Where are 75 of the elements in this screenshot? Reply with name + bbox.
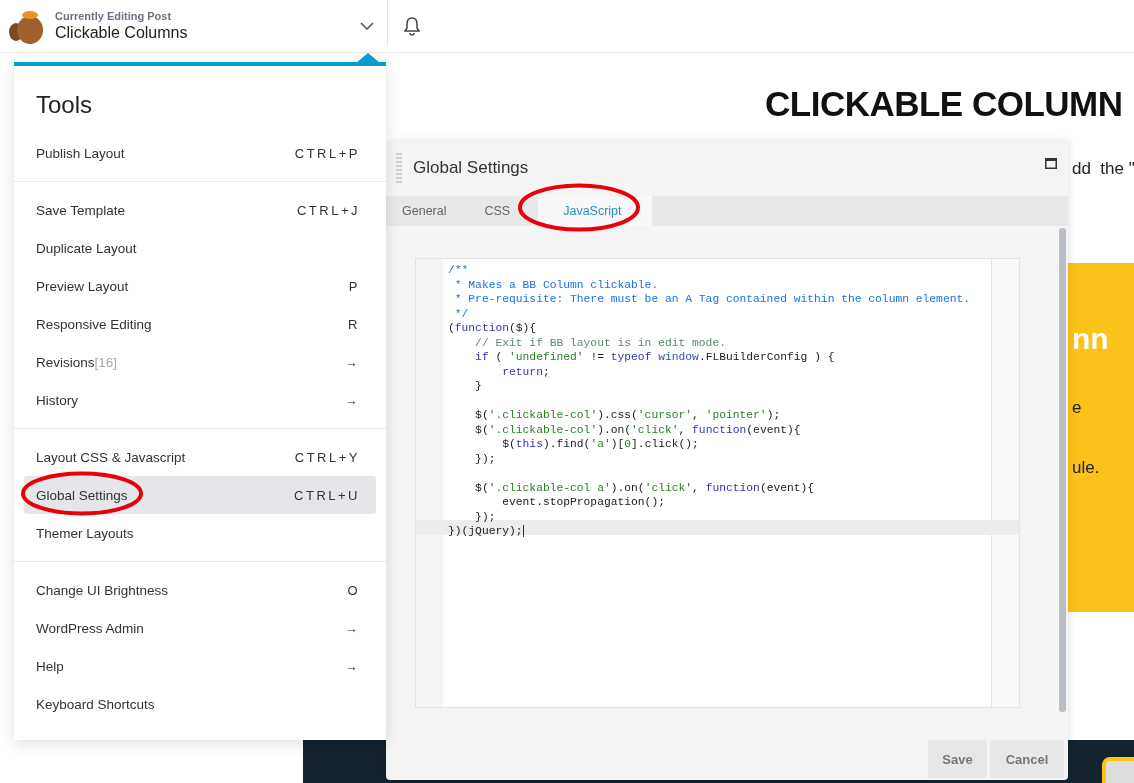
scrollbar[interactable] — [1059, 228, 1066, 712]
code-line: $(this).find('a')[0].click(); — [501, 438, 699, 450]
intro-text: dd the " — [1072, 159, 1134, 179]
menu-item[interactable]: WordPress Admin → — [24, 609, 376, 647]
menu-item-label: Layout CSS & Javascript — [36, 449, 186, 465]
shortcut: CTRL+P — [294, 145, 360, 161]
shortcut: R — [348, 316, 360, 332]
menu-item[interactable]: Themer Layouts — [24, 514, 376, 552]
shortcut: CTRL+Y — [294, 449, 360, 465]
menu-item-label: Themer Layouts — [36, 525, 134, 541]
menu-item[interactable]: Global Settings CTRL+U — [24, 476, 376, 514]
menu-item[interactable]: Duplicate Layout — [24, 229, 376, 267]
menu-item-label: Revisions[16] — [36, 354, 118, 370]
menu-item-label: Publish Layout — [36, 145, 125, 161]
panel-text: ule. — [1072, 458, 1100, 478]
code-line: $('.clickable-col').css('cursor', 'pointer'); — [474, 409, 781, 421]
menu-item-label: Responsive Editing — [36, 316, 152, 332]
chevron-down-icon[interactable] — [360, 22, 374, 30]
menu-item[interactable]: Responsive Editing R — [24, 305, 376, 343]
menu-item-label: Change UI Brightness — [36, 582, 169, 598]
menu-item-label: Global Settings — [36, 487, 128, 503]
code-line: })(jQuery); — [448, 525, 524, 537]
shortcut: P — [348, 278, 360, 294]
maximize-icon[interactable] — [1045, 158, 1057, 169]
code-line: $('.clickable-col a').on('click', function(event){ — [474, 481, 815, 494]
code-line: }); — [474, 452, 496, 465]
tab[interactable]: General — [392, 196, 457, 226]
dialog-title: Global Settings — [413, 158, 530, 178]
tab[interactable]: CSS — [474, 196, 521, 226]
page-heading: CLICKABLE COLUMN — [765, 84, 1123, 124]
shortcut: CTRL+U — [294, 487, 360, 503]
shortcut: → — [344, 392, 360, 408]
menu-item-label: Save Template — [36, 202, 126, 218]
shortcut: O — [347, 582, 360, 598]
menu-item[interactable]: Keyboard Shortcuts — [24, 685, 376, 723]
menu-item-label: WordPress Admin — [36, 620, 144, 636]
code-line: * Makes a BB Column clickable. — [453, 278, 659, 291]
menu-item[interactable]: Layout CSS & Javascript CTRL+Y — [24, 438, 376, 476]
code-line: } — [474, 380, 482, 392]
shortcut: → — [344, 620, 360, 636]
caption: Currently Editing Post — [55, 10, 173, 22]
shortcut: → — [344, 354, 360, 370]
code-line: $('.clickable-col').on('click', function(event){ — [474, 423, 801, 436]
code-line: /** — [448, 264, 469, 276]
menu-title: Tools — [35, 90, 94, 120]
post-title: Clickable Columns — [55, 24, 189, 42]
code-line: event.stopPropagation(); — [501, 496, 665, 508]
menu-item[interactable]: Help → — [24, 647, 376, 685]
code-line: // Exit if BB layout is in edit mode. — [474, 336, 726, 349]
menu-item-label: Keyboard Shortcuts — [36, 696, 155, 712]
code-line: if ( 'undefined' != typeof window.FLBuilderConfig ) { — [474, 351, 835, 363]
code-line: * Pre-requisite: There must be an A Tag contained within the column element. — [453, 293, 970, 305]
menu-item-label: Duplicate Layout — [36, 240, 137, 256]
code-line: }); — [474, 510, 496, 523]
drag-handle-icon[interactable] — [396, 153, 402, 183]
bell-icon[interactable] — [403, 16, 421, 36]
menu-item[interactable]: Save Template CTRL+J — [24, 191, 376, 229]
code-line: return; — [501, 365, 550, 378]
cancel-button[interactable]: Cancel — [990, 740, 1064, 778]
panel-heading: nn — [1072, 322, 1109, 356]
menu-item-label: History — [36, 392, 78, 408]
menu-item[interactable]: Publish Layout CTRL+P — [24, 134, 376, 172]
code-line: (function($){ — [448, 322, 537, 334]
menu-item-label: Help — [36, 658, 64, 674]
save-button[interactable]: Save — [928, 740, 987, 778]
menu-item[interactable]: Change UI Brightness O — [24, 571, 376, 609]
tab[interactable]: JavaScript — [538, 196, 652, 226]
panel-text: e — [1072, 398, 1082, 418]
shortcut: CTRL+J — [296, 202, 360, 218]
shortcut: → — [344, 658, 360, 674]
menu-item[interactable]: Preview Layout P — [24, 267, 376, 305]
menu-item[interactable]: History → — [24, 381, 376, 419]
menu-item[interactable]: Revisions[16] → — [24, 343, 376, 381]
code-line: */ — [453, 307, 469, 320]
menu-item-label: Preview Layout — [36, 278, 129, 294]
